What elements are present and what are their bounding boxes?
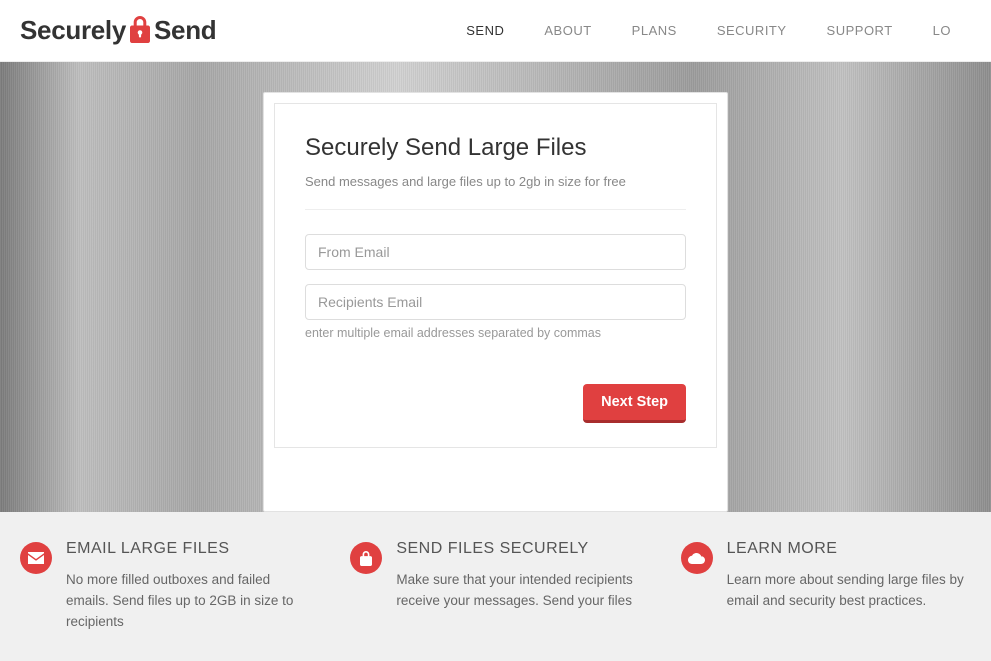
nav-send[interactable]: SEND	[446, 0, 524, 62]
logo-part1: Securely	[20, 15, 126, 46]
feature-title: EMAIL LARGE FILES	[66, 540, 310, 558]
lock-icon	[350, 542, 382, 574]
form-title: Securely Send Large Files	[305, 134, 686, 162]
nav-plans[interactable]: PLANS	[612, 0, 697, 62]
feature-learn: LEARN MORE Learn more about sending larg…	[681, 540, 971, 633]
feature-title: SEND FILES SECURELY	[396, 540, 640, 558]
nav-about[interactable]: ABOUT	[524, 0, 611, 62]
form-actions: Next Step	[305, 384, 686, 423]
from-email-input[interactable]	[305, 234, 686, 270]
feature-body: Learn more about sending large files by …	[727, 570, 971, 612]
main-nav: SEND ABOUT PLANS SECURITY SUPPORT LO	[446, 0, 971, 62]
logo-part2: Send	[154, 15, 216, 46]
nav-security[interactable]: SECURITY	[697, 0, 807, 62]
recipients-email-input[interactable]	[305, 284, 686, 320]
send-card-inner: Securely Send Large Files Send messages …	[274, 103, 717, 448]
header: Securely Send SEND ABOUT PLANS SECURITY …	[0, 0, 991, 62]
lock-icon	[127, 16, 153, 45]
feature-title: LEARN MORE	[727, 540, 971, 558]
feature-body: Make sure that your intended recipients …	[396, 570, 640, 612]
feature-text: SEND FILES SECURELY Make sure that your …	[396, 540, 640, 612]
feature-email: EMAIL LARGE FILES No more filled outboxe…	[20, 540, 310, 633]
form-subtitle: Send messages and large files up to 2gb …	[305, 174, 686, 189]
nav-login[interactable]: LO	[913, 0, 971, 62]
feature-text: EMAIL LARGE FILES No more filled outboxe…	[66, 540, 310, 633]
feature-secure: SEND FILES SECURELY Make sure that your …	[350, 540, 640, 633]
send-card: Securely Send Large Files Send messages …	[263, 92, 728, 512]
nav-support[interactable]: SUPPORT	[807, 0, 913, 62]
feature-body: No more filled outboxes and failed email…	[66, 570, 310, 633]
features-row: EMAIL LARGE FILES No more filled outboxe…	[0, 512, 991, 661]
divider	[305, 209, 686, 210]
envelope-icon	[20, 542, 52, 574]
next-step-button[interactable]: Next Step	[583, 384, 686, 423]
feature-text: LEARN MORE Learn more about sending larg…	[727, 540, 971, 612]
cloud-icon	[681, 542, 713, 574]
recipients-helper: enter multiple email addresses separated…	[305, 326, 686, 340]
hero-section: Securely Send Large Files Send messages …	[0, 62, 991, 512]
logo[interactable]: Securely Send	[20, 15, 216, 46]
